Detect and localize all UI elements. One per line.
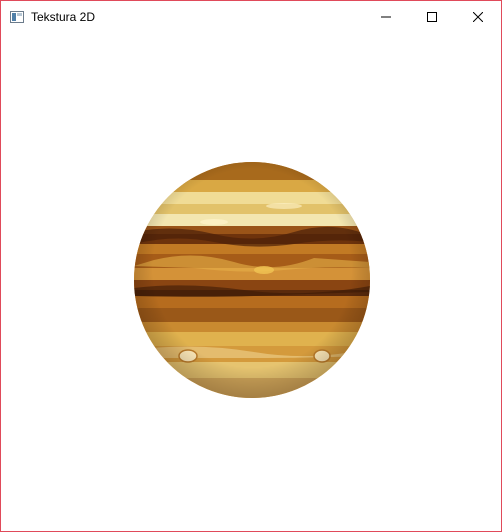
app-icon bbox=[10, 10, 24, 23]
title-bar[interactable]: Tekstura 2D bbox=[1, 1, 501, 32]
maximize-button[interactable] bbox=[409, 1, 455, 32]
window-title: Tekstura 2D bbox=[31, 10, 96, 24]
close-icon bbox=[473, 11, 483, 22]
render-canvas bbox=[1, 32, 501, 531]
textured-planet bbox=[134, 162, 370, 398]
minimize-icon bbox=[381, 16, 391, 17]
app-window: Tekstura 2D bbox=[0, 0, 502, 532]
close-button[interactable] bbox=[455, 1, 501, 32]
minimize-button[interactable] bbox=[363, 1, 409, 32]
maximize-icon bbox=[427, 11, 437, 22]
